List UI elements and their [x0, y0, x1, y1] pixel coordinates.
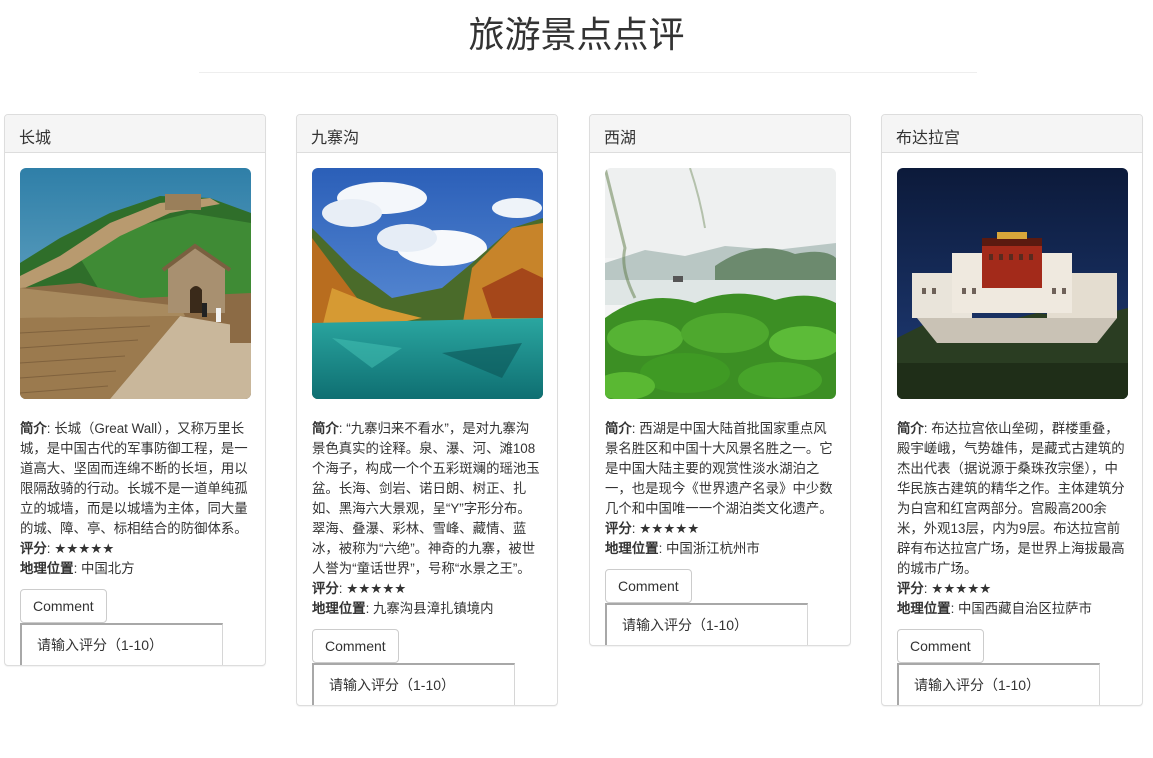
- intro-text: 简介: 西湖是中国大陆首批国家重点风景名胜区和中国十大风景名胜之一。它是中国大陆…: [605, 421, 833, 516]
- rating-input[interactable]: [897, 663, 1100, 705]
- card-header: 布达拉宫: [882, 115, 1142, 153]
- rating-input[interactable]: [312, 663, 515, 705]
- intro-text: 简介: 长城（Great Wall），又称万里长城，是中国古代的军事防御工程，是…: [20, 421, 248, 536]
- rating-text: 评分: ★★★★★: [312, 581, 407, 596]
- card-west-lake: 西湖 简介: 西湖是中国大陆首批国家重点风景名胜区和中国十大风景名胜之一。它是中…: [589, 114, 851, 646]
- location-text: 地理位置: 中国西藏自治区拉萨市: [897, 601, 1092, 616]
- page-title: 旅游景点点评: [468, 15, 685, 56]
- card-header: 西湖: [590, 115, 850, 153]
- comment-button[interactable]: Comment: [20, 589, 107, 623]
- intro-text: 简介: “九寨归来不看水”，是对九寨沟景色真实的诠释。泉、瀑、河、滩108个海子…: [312, 421, 540, 576]
- rating-text: 评分: ★★★★★: [20, 541, 115, 556]
- comment-button[interactable]: Comment: [897, 629, 984, 663]
- card-great-wall: 长城 简介: 长城（Great Wall），又称万里长城，是中国古代的军事防御工…: [4, 114, 266, 666]
- card-jiuzhaigou: 九寨沟 简介: “九寨归来不看水”，是对九寨沟景色真实的诠释。泉、瀑、河、滩10…: [296, 114, 558, 706]
- rating-text: 评分: ★★★★★: [605, 521, 700, 536]
- card-header: 九寨沟: [297, 115, 557, 153]
- west-lake-photo: [605, 168, 836, 399]
- card-potala-palace: 布达拉宫 简介: 布达拉宫依山垒砌，群楼重叠，殿宇嵯峨，气势雄伟，是藏式古建筑的…: [881, 114, 1143, 706]
- potala-palace-photo: [897, 168, 1128, 399]
- location-text: 地理位置: 中国北方: [20, 561, 135, 576]
- comment-button[interactable]: Comment: [605, 569, 692, 603]
- location-text: 地理位置: 九寨沟县漳扎镇境内: [312, 601, 494, 616]
- rating-text: 评分: ★★★★★: [897, 581, 992, 596]
- intro-text: 简介: 布达拉宫依山垒砌，群楼重叠，殿宇嵯峨，气势雄伟，是藏式古建筑的杰出代表（…: [897, 421, 1125, 576]
- title-divider: [199, 72, 977, 73]
- location-text: 地理位置: 中国浙江杭州市: [605, 541, 760, 556]
- jiuzhaigou-photo: [312, 168, 543, 399]
- rating-input[interactable]: [605, 603, 808, 645]
- great-wall-photo: [20, 168, 251, 399]
- card-header: 长城: [5, 115, 265, 153]
- comment-button[interactable]: Comment: [312, 629, 399, 663]
- rating-input[interactable]: [20, 623, 223, 665]
